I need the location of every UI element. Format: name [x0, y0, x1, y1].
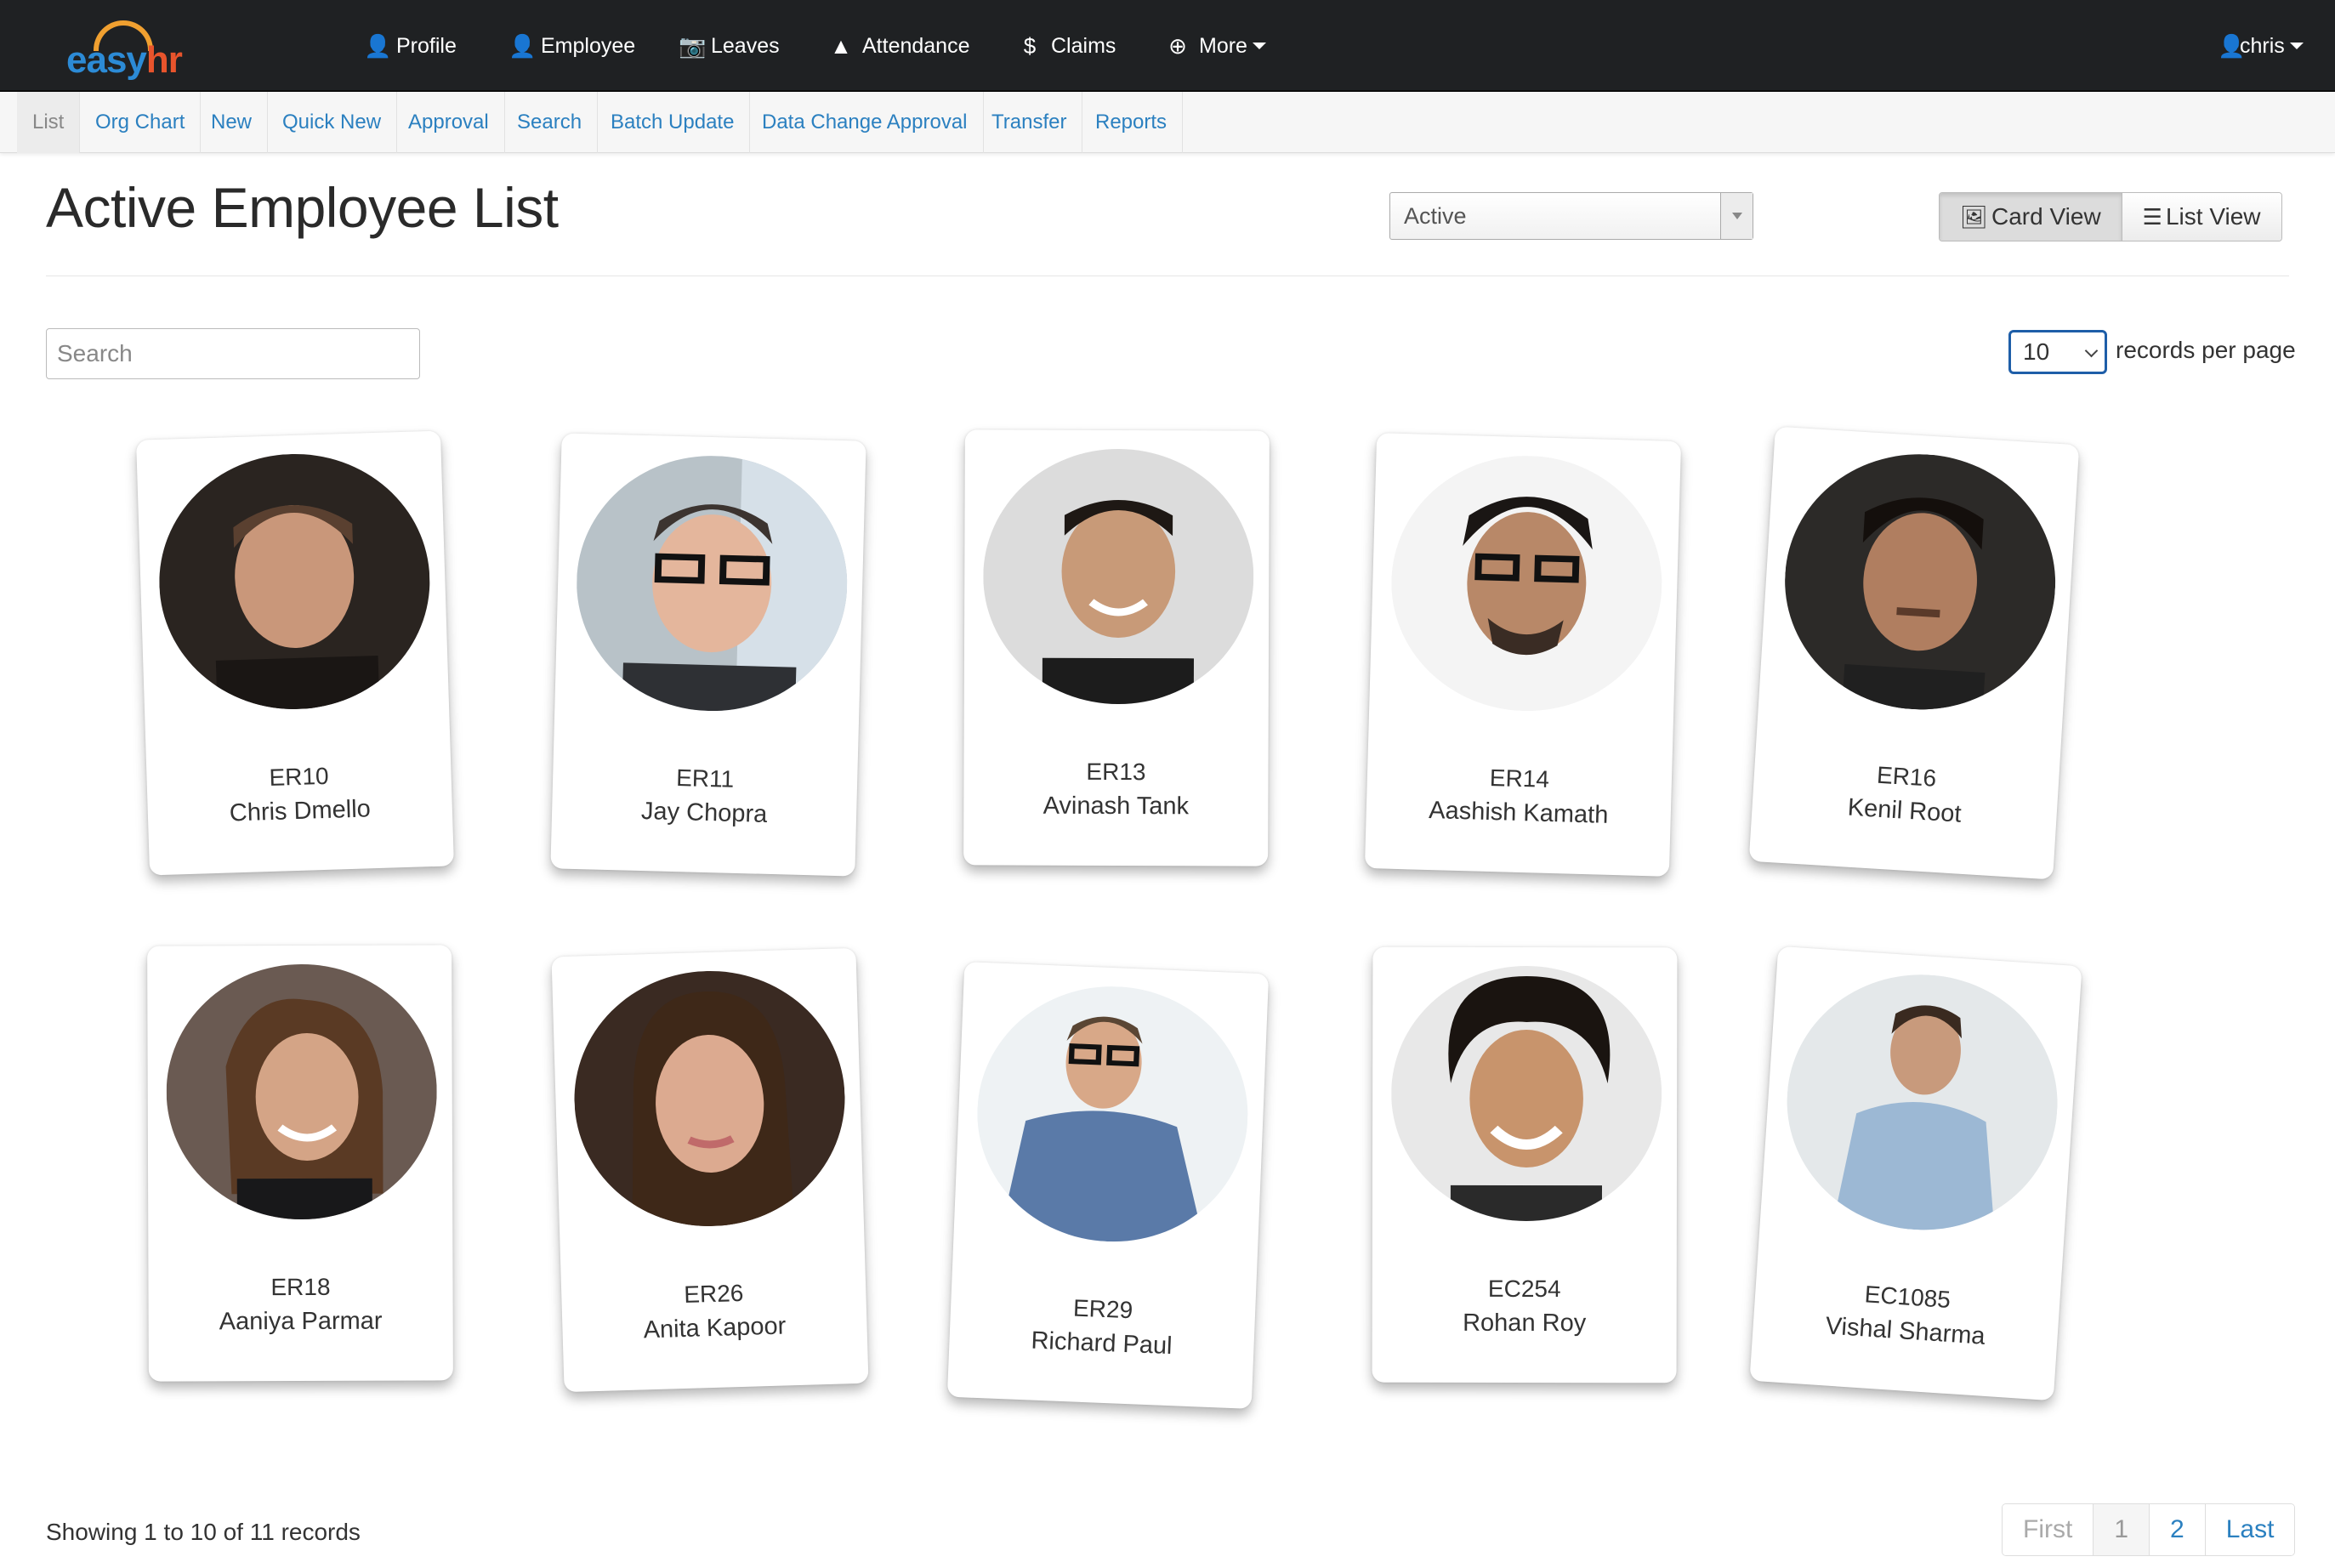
subnav-tab-new[interactable]: New [196, 92, 269, 153]
employee-name: Aaniya Parmar [219, 1307, 383, 1336]
card-view-label: Card View [1991, 203, 2101, 230]
employee-name: Avinash Tank [1043, 792, 1190, 821]
list-icon: ☰ [2142, 204, 2162, 230]
camera-icon: 📷 [679, 32, 707, 59]
dropdown-arrow-icon [1720, 193, 1753, 239]
pagination-page-2[interactable]: 2 [2149, 1504, 2205, 1555]
subnav-tab-org-chart[interactable]: Org Chart [80, 92, 202, 153]
employee-code: ER10 [269, 762, 330, 792]
employee-avatar [571, 967, 849, 1230]
employee-card[interactable]: EC254 Rohan Roy [1372, 946, 1678, 1383]
employee-code: ER14 [1489, 764, 1550, 793]
employee-card[interactable]: ER26 Anita Kapoor [551, 947, 869, 1393]
view-toggle: 🖼 Card View ☰ List View [1939, 192, 2282, 241]
attendance-icon: ▲ [830, 32, 852, 59]
pagination-page-1[interactable]: 1 [2093, 1504, 2150, 1555]
pagination-last[interactable]: Last [2204, 1504, 2295, 1555]
search-input[interactable] [46, 328, 420, 379]
employee-card[interactable]: ER11 Jay Chopra [550, 433, 866, 877]
page-title: Active Employee List [46, 176, 559, 239]
employee-card[interactable]: ER16 Kenil Root [1748, 426, 2080, 880]
records-per-page-select[interactable]: 10 [2008, 330, 2107, 374]
employee-avatar [1777, 446, 2063, 718]
records-per-page-value: 10 [2023, 338, 2050, 365]
sub-navbar: List Org Chart New Quick New Approval Se… [0, 92, 2335, 153]
caret-down-icon [2289, 43, 2304, 49]
employee-name: Richard Paul [1030, 1327, 1173, 1361]
employee-name: Chris Dmello [229, 795, 372, 827]
easyhr-logo[interactable]: easyhr [63, 20, 183, 81]
user-menu[interactable]: 👤 chris [2218, 0, 2304, 92]
nav-employee[interactable]: 👤 Employee [508, 0, 635, 92]
plus-circle-icon: ⊕ [1168, 32, 1187, 59]
logo-text-hr: hr [145, 39, 183, 81]
employee-avatar [166, 963, 438, 1220]
employee-code: ER18 [270, 1273, 331, 1301]
person-icon: 👤 [364, 32, 392, 59]
employee-name: Jay Chopra [640, 798, 768, 828]
employee-card[interactable]: ER13 Avinash Tank [963, 429, 1270, 866]
subnav-tab-approval[interactable]: Approval [393, 92, 505, 153]
employee-avatar [155, 450, 434, 713]
employee-avatar [1778, 966, 2066, 1239]
nav-attendance[interactable]: ▲ Attendance [830, 0, 970, 92]
employee-name: Aashish Kamath [1428, 796, 1609, 829]
nav-attendance-label: Attendance [862, 33, 970, 58]
nav-leaves-label: Leaves [711, 33, 780, 58]
subnav-tab-batch-update[interactable]: Batch Update [595, 92, 751, 153]
records-info: Showing 1 to 10 of 11 records [46, 1519, 361, 1545]
pagination: First 1 2 Last [2002, 1503, 2296, 1556]
user-name: chris [2240, 33, 2285, 58]
list-view-label: List View [2165, 203, 2261, 230]
records-per-page-label: records per page [2116, 337, 2296, 363]
nav-profile[interactable]: 👤 Profile [364, 0, 457, 92]
employee-code: ER13 [1086, 758, 1146, 786]
employee-card[interactable]: ER10 Chris Dmello [136, 430, 454, 876]
employee-avatar [573, 452, 851, 715]
subnav-tab-transfer[interactable]: Transfer [976, 92, 1083, 153]
logo-text-easy: easy [66, 39, 147, 81]
employee-code: ER11 [675, 764, 735, 793]
employee-name: Rohan Roy [1463, 1309, 1587, 1338]
employee-card[interactable]: ER14 Aashish Kamath [1364, 433, 1682, 877]
subnav-tab-quick-new[interactable]: Quick New [267, 92, 398, 153]
employee-name: Anita Kapoor [643, 1312, 787, 1344]
employee-avatar [982, 448, 1254, 705]
employee-avatar [1390, 965, 1662, 1222]
card-view-button[interactable]: 🖼 Card View [1940, 193, 2122, 241]
nav-more-label: More [1199, 33, 1247, 58]
nav-more-dropdown[interactable]: ⊕ More [1167, 0, 1266, 92]
status-filter-select[interactable]: Active [1389, 192, 1753, 240]
nav-employee-label: Employee [541, 33, 636, 58]
employee-avatar [1388, 452, 1666, 715]
employee-code: ER29 [1072, 1294, 1133, 1324]
subnav-tab-data-change-approval[interactable]: Data Change Approval [747, 92, 984, 153]
employee-code: EC254 [1487, 1275, 1561, 1303]
dollar-icon: $ [1023, 32, 1037, 59]
list-view-button[interactable]: ☰ List View [2121, 193, 2281, 241]
subnav-tab-reports[interactable]: Reports [1080, 92, 1184, 153]
status-filter-value: Active [1404, 203, 1467, 229]
top-navbar: easyhr 👤 Profile 👤 Employee 📷 Leaves ▲ Atten… [0, 0, 2335, 92]
subnav-tab-list[interactable]: List [17, 92, 81, 153]
person-icon: 👤 [508, 32, 537, 59]
pagination-first[interactable]: First [2003, 1504, 2094, 1555]
employee-card[interactable]: EC1085 Vishal Sharma [1749, 946, 2082, 1401]
nav-claims-label: Claims [1051, 33, 1116, 58]
user-icon: 👤 [2218, 32, 2246, 59]
employee-card[interactable]: ER29 Richard Paul [946, 962, 1270, 1409]
image-icon: 🖼 [1960, 204, 1989, 230]
nav-leaves[interactable]: 📷 Leaves [679, 0, 780, 92]
caret-down-icon [1252, 43, 1266, 49]
employee-code: ER26 [683, 1279, 744, 1308]
nav-profile-label: Profile [396, 33, 457, 58]
nav-claims[interactable]: $ Claims [1019, 0, 1116, 92]
employee-avatar [972, 980, 1253, 1247]
employee-card[interactable]: ER18 Aaniya Parmar [147, 945, 453, 1382]
subnav-tab-search[interactable]: Search [502, 92, 599, 153]
